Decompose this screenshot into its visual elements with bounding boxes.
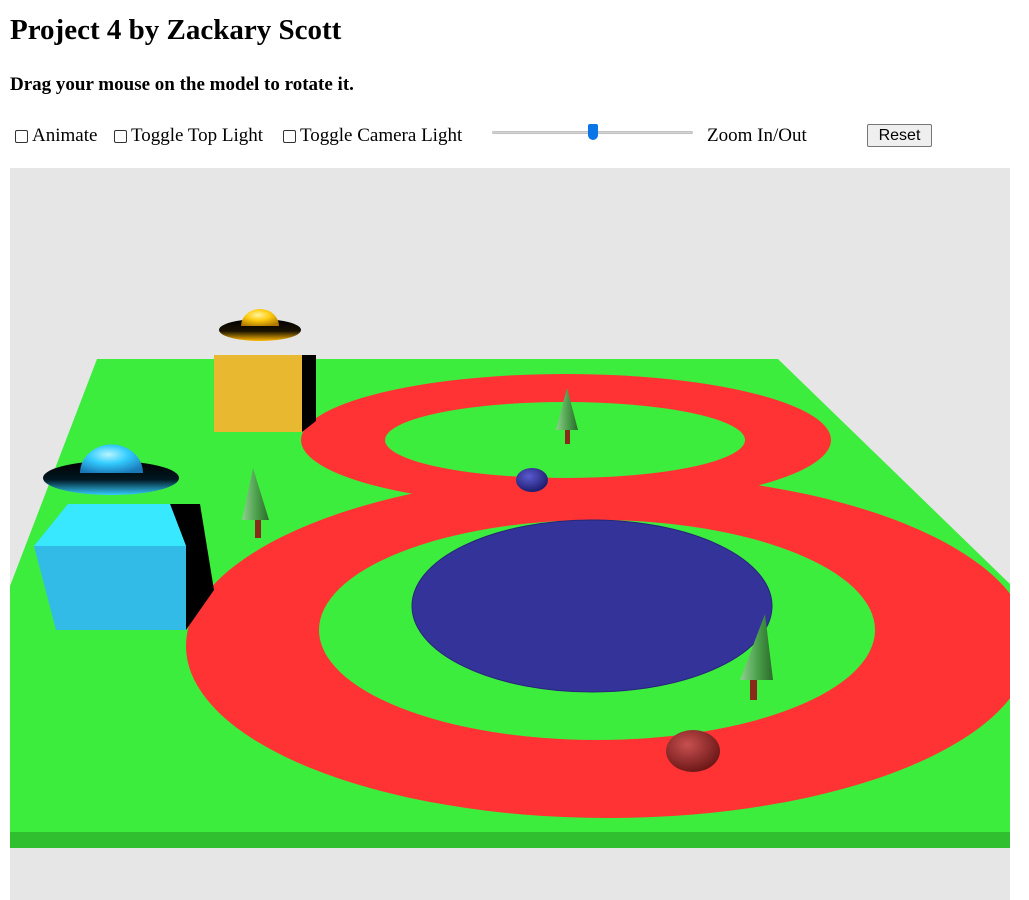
animate-label: Animate: [32, 125, 98, 146]
red-ball: [666, 730, 720, 772]
controls-bar: Animate Toggle Top Light Toggle Camera L…: [0, 120, 1029, 152]
camera-light-label: Toggle Camera Light: [300, 125, 463, 146]
instructions-text: Drag your mouse on the model to rotate i…: [10, 74, 354, 95]
camera-light-checkbox[interactable]: Toggle Camera Light: [283, 124, 462, 148]
page-title: Project 4 by Zackary Scott: [10, 14, 342, 46]
yellow-ufo-dome: [241, 309, 279, 326]
top-light-checkbox[interactable]: Toggle Top Light: [114, 124, 263, 148]
zoom-label: Zoom In/Out: [707, 125, 807, 146]
blue-ball: [516, 468, 548, 492]
animate-checkbox-box[interactable]: [15, 129, 28, 143]
animate-checkbox[interactable]: Animate: [15, 124, 97, 148]
reset-button[interactable]: Reset: [867, 124, 932, 147]
webgl-canvas[interactable]: [10, 168, 1010, 900]
ground-plane-side: [10, 832, 1010, 848]
top-light-checkbox-box[interactable]: [114, 129, 127, 143]
zoom-slider[interactable]: [492, 124, 693, 142]
top-light-label: Toggle Top Light: [131, 125, 264, 146]
yellow-cube-side: [302, 355, 316, 432]
yellow-cube: [214, 355, 302, 432]
camera-light-checkbox-box[interactable]: [283, 129, 296, 143]
zoom-slider-thumb[interactable]: [587, 124, 598, 140]
scene-svg[interactable]: [10, 168, 1010, 900]
pond: [411, 519, 773, 693]
